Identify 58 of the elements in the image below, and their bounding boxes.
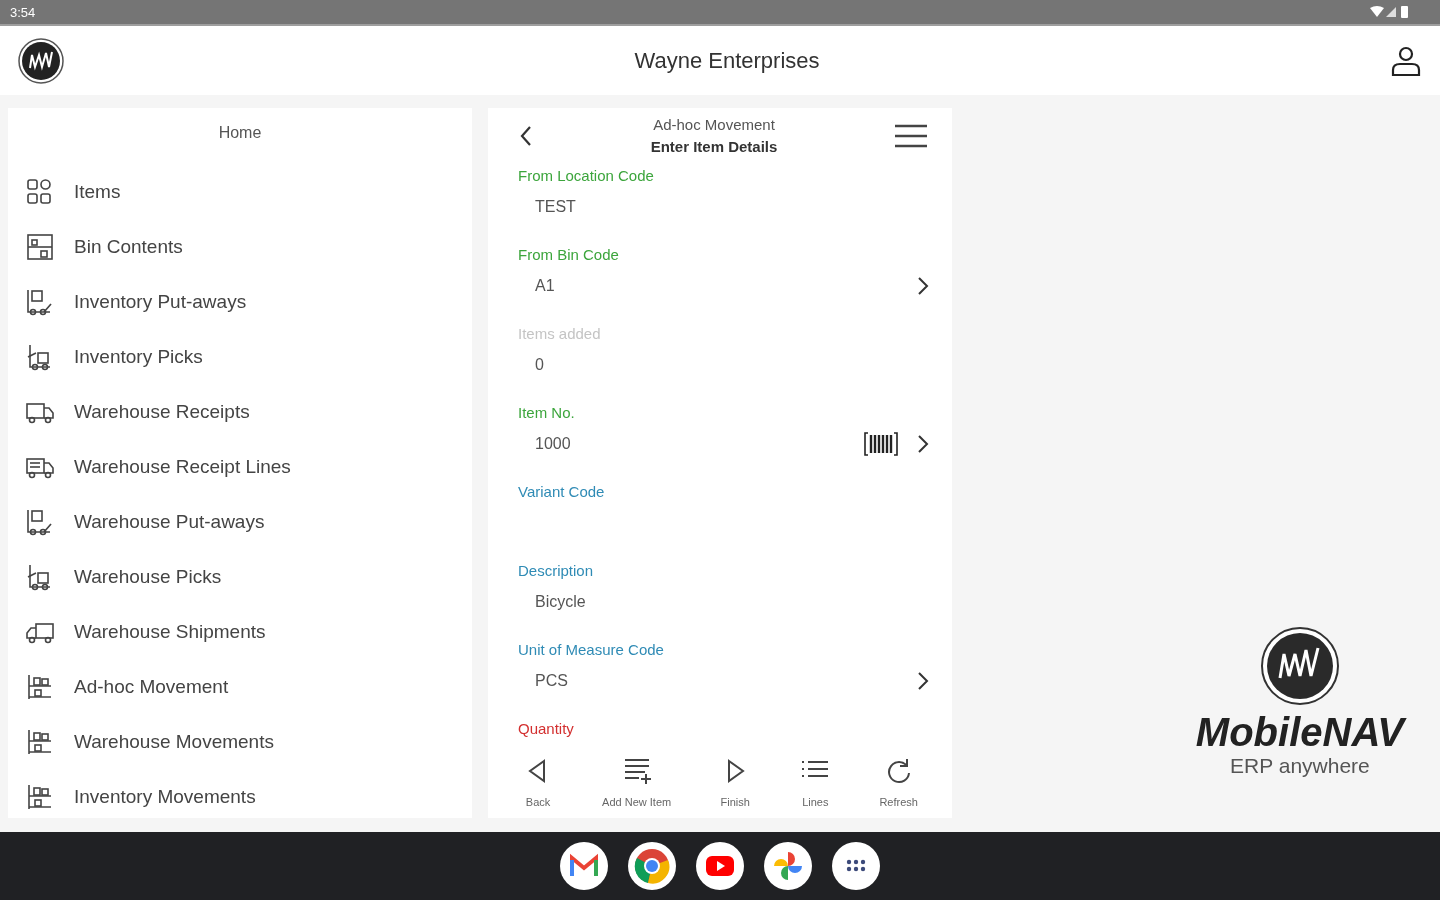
menu-item[interactable]: Inventory Movements (8, 769, 472, 824)
field-value: A1 (534, 277, 556, 295)
field-label: From Location Code (518, 167, 655, 184)
field-label: Unit of Measure Code (518, 641, 665, 658)
field-label: Item No. (518, 404, 576, 421)
field-label: Description (518, 562, 595, 579)
app-drawer-button[interactable] (832, 842, 880, 890)
app-button[interactable] (764, 842, 812, 890)
menu-item[interactable]: Items (8, 164, 472, 219)
field-value: 1000 (534, 435, 572, 453)
toolbar-button[interactable]: Refresh (875, 750, 922, 808)
form-subtitle: Enter Item Details (650, 138, 778, 155)
shelf-bin-icon (26, 232, 54, 261)
menu-item[interactable]: Bin Contents (8, 219, 472, 274)
toolbar-button[interactable]: Lines (795, 750, 836, 808)
forklift-icon (26, 507, 54, 536)
menu-item[interactable]: Warehouse Movements (8, 714, 472, 769)
shelf-icon (26, 672, 54, 701)
chevron-right-icon[interactable] (916, 274, 930, 297)
shelf-icon (26, 782, 54, 811)
menu-item[interactable]: Inventory Put-aways (8, 274, 472, 329)
grid-icon (26, 177, 54, 206)
shelf-icon (26, 727, 54, 756)
circle-logo-icon (634, 848, 670, 884)
barcode-scan-icon[interactable] (864, 429, 898, 458)
menu-item[interactable]: Warehouse Shipments (8, 604, 472, 659)
logo-icon (18, 37, 64, 84)
field-value: TEST (534, 198, 577, 216)
app-button[interactable] (696, 842, 744, 890)
menu-item[interactable]: Warehouse Picks (8, 549, 472, 604)
app-button[interactable] (560, 842, 608, 890)
brand-tagline: ERP anywhere (1230, 754, 1370, 778)
chevron-right-icon[interactable] (916, 432, 930, 455)
forklift-icon (26, 287, 54, 316)
brand-logo-icon (1259, 626, 1340, 706)
menu-item[interactable]: Warehouse Put-aways (8, 494, 472, 549)
account-button[interactable] (1390, 44, 1422, 77)
menu-item[interactable]: Warehouse Receipts (8, 384, 472, 439)
field-label: Items added (518, 325, 602, 342)
menu-title: Home (217, 124, 263, 142)
field-value: Bicycle (534, 593, 587, 611)
field-value: 0 (534, 356, 545, 374)
toolbar-button[interactable]: Back (518, 750, 559, 808)
form-title: Ad-hoc Movement (653, 116, 775, 133)
field-label: Quantity (518, 720, 575, 737)
field-label: Variant Code (518, 483, 606, 500)
toolbar-button[interactable]: Add New Item (598, 750, 676, 808)
app-title: Wayne Enterprises (634, 47, 820, 74)
menu-item[interactable]: Inventory Picks (8, 329, 472, 384)
menu-button[interactable] (894, 122, 928, 149)
app-button[interactable] (628, 842, 676, 890)
menu-item[interactable]: Ad-hoc Movement (8, 659, 472, 714)
field-value: PCS (534, 672, 569, 690)
field-label: From Bin Code (518, 246, 620, 263)
chevron-right-icon[interactable] (916, 669, 930, 692)
toolbar-button[interactable]: Finish (715, 750, 756, 808)
status-time: 3:54 (10, 4, 36, 20)
menu-item[interactable]: Warehouse Receipt Lines (8, 439, 472, 494)
